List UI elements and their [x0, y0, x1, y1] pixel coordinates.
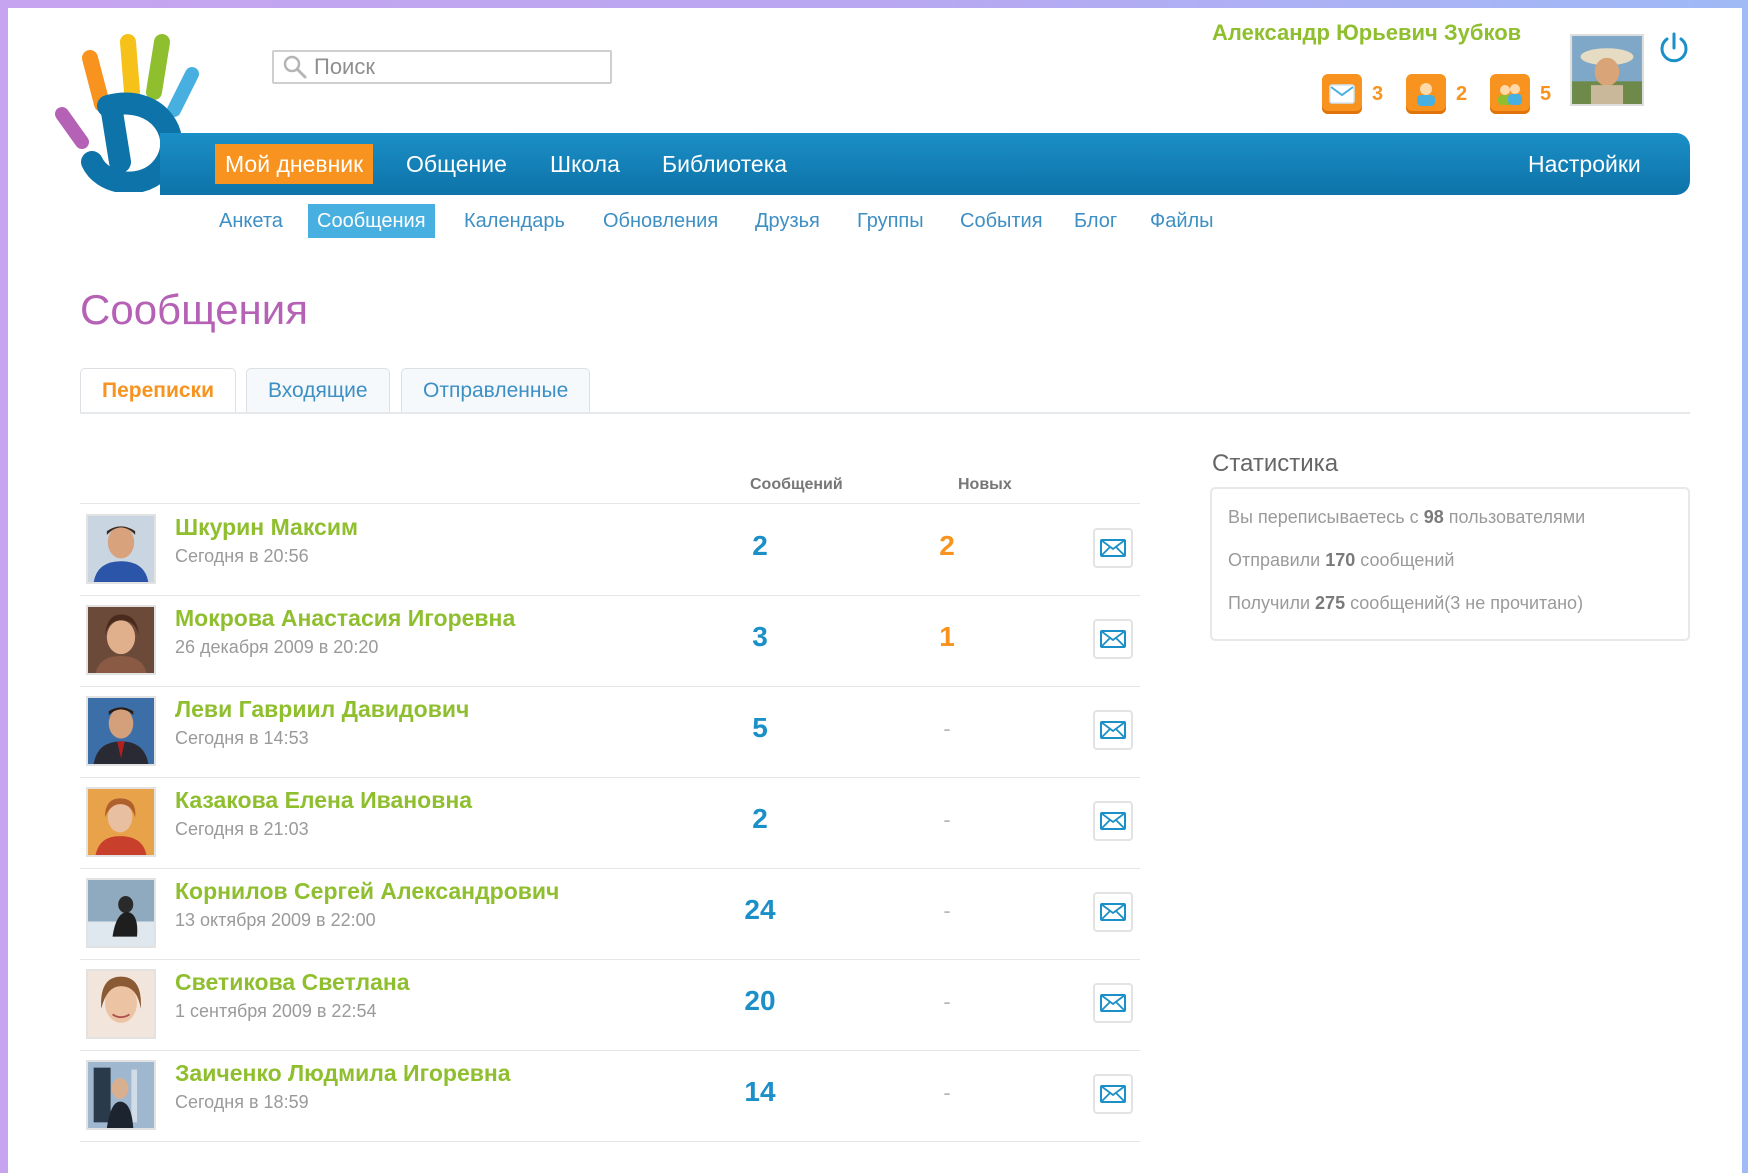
- person-icon: [1417, 83, 1435, 106]
- nav-settings[interactable]: Настройки: [1518, 144, 1651, 184]
- stats-title: Статистика: [1212, 450, 1339, 477]
- notif-count: 3: [1372, 82, 1384, 105]
- write-message-button[interactable]: [1093, 983, 1133, 1023]
- subnav-friends[interactable]: Друзья: [746, 204, 829, 238]
- write-message-button[interactable]: [1093, 1074, 1133, 1114]
- contact-name-link[interactable]: Леви Гавриил Давидович: [175, 696, 469, 723]
- new-count: -: [943, 989, 951, 1014]
- contact-name-link[interactable]: Казакова Елена Ивановна: [175, 787, 472, 814]
- mail-icon: [1100, 539, 1126, 557]
- tab-divider: [80, 412, 1690, 414]
- last-message-date: Сегодня в 14:53: [175, 728, 309, 748]
- contact-avatar[interactable]: [86, 1060, 156, 1130]
- table-row[interactable]: Корнилов Сергей Александрович 13 октября…: [80, 868, 1140, 960]
- contact-avatar[interactable]: [86, 605, 156, 675]
- notif-requests[interactable]: 2: [1406, 74, 1467, 114]
- last-message-date: Сегодня в 21:03: [175, 819, 309, 839]
- new-count: -: [943, 898, 951, 923]
- new-count: -: [943, 716, 951, 741]
- search-icon: [283, 55, 307, 79]
- mail-icon: [1100, 994, 1126, 1012]
- subnav-blog[interactable]: Блог: [1065, 204, 1126, 238]
- new-count: -: [943, 807, 951, 832]
- col-header-messages: Сообщений: [750, 476, 843, 493]
- search-box[interactable]: [272, 50, 612, 84]
- stats-correspondents: Вы переписываетесь с 98 пользователями: [1228, 507, 1586, 527]
- table-row[interactable]: Леви Гавриил Давидович Сегодня в 14:53 5…: [80, 686, 1140, 778]
- last-message-date: Сегодня в 20:56: [175, 546, 309, 566]
- tab-conversations[interactable]: Переписки: [80, 368, 236, 412]
- subnav-updates[interactable]: Обновления: [594, 204, 727, 238]
- tab-inbox[interactable]: Входящие: [246, 368, 390, 412]
- mail-icon: [1100, 1085, 1126, 1103]
- contact-avatar[interactable]: [86, 969, 156, 1039]
- mail-icon: [1100, 721, 1126, 739]
- user-name-link[interactable]: Александр Юрьевич Зубков: [1212, 20, 1521, 46]
- message-count: 5: [752, 712, 768, 743]
- stats-sent: Отправили 170 сообщений: [1228, 550, 1455, 570]
- table-row[interactable]: Шкурин Максим Сегодня в 20:56 2 2: [80, 504, 1140, 596]
- mail-icon: [1100, 630, 1126, 648]
- write-message-button[interactable]: [1093, 801, 1133, 841]
- subnav-messages[interactable]: Сообщения: [308, 204, 435, 238]
- contact-name-link[interactable]: Корнилов Сергей Александрович: [175, 878, 559, 905]
- contact-avatar[interactable]: [86, 787, 156, 857]
- col-header-new: Новых: [958, 476, 1012, 493]
- last-message-date: 26 декабря 2009 в 20:20: [175, 637, 379, 657]
- new-count: 2: [939, 530, 955, 561]
- main-nav-bar: [160, 133, 1690, 195]
- tab-sent[interactable]: Отправленные: [401, 368, 591, 412]
- contact-name-link[interactable]: Заиченко Людмила Игоревна: [175, 1060, 511, 1087]
- write-message-button[interactable]: [1093, 710, 1133, 750]
- last-message-date: 13 октября 2009 в 22:00: [175, 910, 376, 930]
- table-row[interactable]: Светикова Светлана 1 сентября 2009 в 22:…: [80, 959, 1140, 1051]
- notif-count: 2: [1456, 82, 1468, 105]
- new-count: 1: [939, 621, 955, 652]
- new-count: -: [943, 1080, 951, 1105]
- notif-messages[interactable]: 3: [1322, 74, 1383, 114]
- message-count: 2: [752, 803, 768, 834]
- last-message-date: Сегодня в 18:59: [175, 1092, 309, 1112]
- table-row[interactable]: Мокрова Анастасия Игоревна 26 декабря 20…: [80, 595, 1140, 687]
- contact-name-link[interactable]: Мокрова Анастасия Игоревна: [175, 605, 515, 632]
- contact-avatar[interactable]: [86, 878, 156, 948]
- search-input[interactable]: [312, 53, 596, 81]
- last-message-date: 1 сентября 2009 в 22:54: [175, 1001, 377, 1021]
- user-avatar[interactable]: [1570, 34, 1644, 106]
- notif-count: 5: [1540, 82, 1552, 105]
- message-count: 2: [752, 530, 768, 561]
- write-message-button[interactable]: [1093, 619, 1133, 659]
- friends-icon: [1498, 84, 1522, 105]
- table-row[interactable]: Заиченко Людмила Игоревна Сегодня в 18:5…: [80, 1050, 1140, 1142]
- mail-icon: [1100, 812, 1126, 830]
- stats-received: Получили 275 сообщений(3 не прочитано): [1228, 593, 1584, 613]
- write-message-button[interactable]: [1093, 528, 1133, 568]
- power-icon[interactable]: [1656, 30, 1692, 66]
- mail-icon: [1329, 84, 1355, 104]
- subnav-groups[interactable]: Группы: [848, 204, 933, 238]
- nav-school[interactable]: Школа: [540, 144, 630, 184]
- message-count: 14: [744, 1076, 776, 1107]
- nav-communication[interactable]: Общение: [396, 144, 517, 184]
- subnav-events[interactable]: События: [951, 204, 1052, 238]
- write-message-button[interactable]: [1093, 892, 1133, 932]
- mail-icon: [1100, 903, 1126, 921]
- nav-library[interactable]: Библиотека: [652, 144, 797, 184]
- contact-avatar[interactable]: [86, 514, 156, 584]
- contact-name-link[interactable]: Шкурин Максим: [175, 514, 358, 541]
- message-count: 20: [744, 985, 776, 1016]
- page-title: Сообщения: [80, 286, 308, 333]
- contact-avatar[interactable]: [86, 696, 156, 766]
- message-count: 24: [744, 894, 776, 925]
- notif-friends[interactable]: 5: [1490, 74, 1551, 114]
- subnav-files[interactable]: Файлы: [1141, 204, 1223, 238]
- table-row[interactable]: Казакова Елена Ивановна Сегодня в 21:03 …: [80, 777, 1140, 869]
- message-count: 3: [752, 621, 768, 652]
- contact-name-link[interactable]: Светикова Светлана: [175, 969, 410, 996]
- subnav-profile[interactable]: Анкета: [210, 204, 292, 238]
- nav-my-diary[interactable]: Мой дневник: [215, 144, 374, 184]
- stats-panel: Вы переписываетесь с 98 пользователями О…: [1210, 487, 1690, 641]
- subnav-calendar[interactable]: Календарь: [455, 204, 574, 238]
